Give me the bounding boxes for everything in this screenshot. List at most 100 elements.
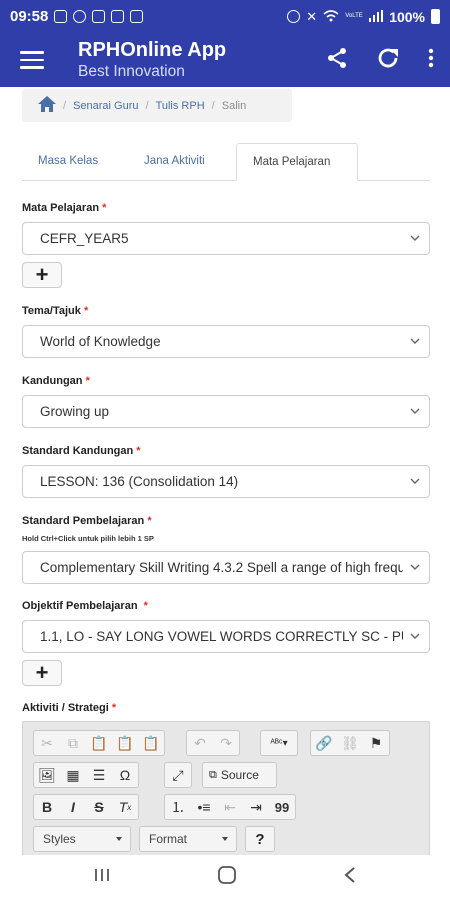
tab-masa-kelas[interactable]: Masa Kelas — [22, 143, 114, 181]
breadcrumb-separator: / — [145, 99, 149, 112]
refresh-icon[interactable] — [376, 46, 400, 75]
maximize-toolbar-group: ⤢ — [164, 762, 192, 788]
redo-icon[interactable]: ↷ — [213, 731, 239, 755]
chevron-down-icon — [410, 408, 420, 414]
chevron-down-icon — [410, 338, 420, 344]
source-icon: ⧉ — [209, 768, 217, 781]
undo-icon[interactable]: ↶ — [187, 731, 213, 755]
activity-label: Aktiviti / Strategi * — [22, 702, 117, 714]
image-icon[interactable]: 🖼 — [34, 763, 60, 787]
tab-bar: Masa Kelas Jana Aktiviti Mata Pelajaran — [22, 143, 430, 181]
theme-select[interactable]: World of Knowledge — [22, 325, 430, 358]
tab-jana-aktiviti[interactable]: Jana Aktiviti — [128, 143, 221, 181]
battery-icon — [431, 9, 440, 24]
chevron-down-icon — [410, 478, 420, 484]
copy-icon[interactable]: ⧉ — [60, 731, 86, 755]
anchor-flag-icon[interactable]: ⚑ — [363, 731, 389, 755]
rich-text-editor: ✂ ⧉ 📋 📋 📋 ↶ ↷ ᴬᴮᶜ▾ 🔗 ⛓ ⚑ 🖼 ▦ ☰ Ω ⤢ ⧉ Sou… — [22, 721, 430, 861]
app-bar: RPHOnline App Best Innovation — [0, 33, 450, 87]
indent-icon[interactable]: ⇥ — [243, 795, 269, 819]
cut-icon[interactable]: ✂ — [34, 731, 60, 755]
app-title: RPHOnline App — [78, 39, 227, 62]
breadcrumb-separator: / — [211, 99, 215, 112]
clipboard-toolbar-group: ✂ ⧉ 📋 📋 📋 — [33, 730, 165, 756]
breadcrumb-tulis-rph[interactable]: Tulis RPH — [156, 100, 205, 112]
gallery-icon — [130, 10, 144, 23]
content-standard-label: Standard Kandungan * — [22, 445, 141, 457]
styles-dropdown[interactable]: Styles — [33, 826, 131, 852]
battery-text: 100% — [389, 8, 425, 25]
source-button[interactable]: ⧉ Source — [202, 762, 277, 788]
breadcrumb-salin: Salin — [221, 99, 247, 112]
theme-label: Tema/Tajuk * — [22, 305, 89, 317]
table-icon[interactable]: ▦ — [60, 763, 86, 787]
content-label: Kandungan * — [22, 375, 90, 387]
recent-apps-icon[interactable] — [93, 867, 111, 888]
learning-standard-hint: Hold Ctrl+Click untuk pilih lebih 1 SP — [22, 534, 154, 543]
breadcrumb-senarai-guru[interactable]: Senarai Guru — [73, 100, 138, 112]
strikethrough-icon[interactable]: S — [86, 795, 112, 819]
spellcheck-icon[interactable]: ᴬᴮᶜ▾ — [261, 731, 297, 755]
paste-text-icon[interactable]: 📋 — [112, 731, 138, 755]
spellcheck-toolbar-group: ᴬᴮᶜ▾ — [260, 730, 298, 756]
e-icon — [92, 10, 106, 23]
format-dropdown[interactable]: Format — [139, 826, 237, 852]
unlink-icon[interactable]: ⛓ — [337, 731, 363, 755]
content-standard-select[interactable]: LESSON: 136 (Consolidation 14) — [22, 465, 430, 498]
format-toolbar-group: B I S Tx — [33, 794, 139, 820]
bulleted-list-icon[interactable]: •≡ — [191, 795, 217, 819]
menu-icon[interactable] — [20, 51, 44, 69]
maximize-icon[interactable]: ⤢ — [165, 763, 191, 787]
special-char-icon[interactable]: Ω — [112, 763, 138, 787]
source-label: Source — [220, 768, 259, 782]
insert-toolbar-group: 🖼 ▦ ☰ Ω — [33, 762, 139, 788]
tab-mata-pelajaran[interactable]: Mata Pelajaran — [236, 143, 358, 181]
objective-select[interactable]: 1.1, LO - SAY LONG VOWEL WORDS CORRECTLY… — [22, 620, 430, 653]
telegram-icon — [111, 10, 125, 23]
subject-select[interactable]: CEFR_YEAR5 — [22, 222, 430, 255]
plus-icon: + — [35, 262, 49, 287]
alarm-icon — [287, 10, 301, 23]
outdent-icon[interactable]: ⇤ — [217, 795, 243, 819]
signal-icon — [369, 9, 384, 25]
network-type: VoLTE — [345, 13, 363, 19]
system-nav-bar — [0, 855, 450, 900]
wifi-icon — [323, 9, 339, 25]
numbered-list-icon[interactable]: ⒈ — [165, 795, 191, 819]
link-icon[interactable]: 🔗 — [311, 731, 337, 755]
paste-word-icon[interactable]: 📋 — [138, 731, 164, 755]
remove-format-icon[interactable]: Tx — [112, 795, 138, 819]
chevron-down-icon — [410, 633, 420, 639]
breadcrumb: / Senarai Guru / Tulis RPH / Salin — [22, 89, 292, 122]
subject-label: Mata Pelajaran * — [22, 202, 107, 214]
add-subject-button[interactable]: + — [22, 262, 62, 288]
status-time: 09:58 — [10, 8, 49, 25]
app-notification-icon — [73, 10, 87, 23]
bold-icon[interactable]: B — [34, 795, 60, 819]
learning-standard-label: Standard Pembelajaran * — [22, 515, 152, 527]
objective-label: Objektif Pembelajaran * — [22, 600, 148, 612]
list-toolbar-group: ⒈ •≡ ⇤ ⇥ 99 — [164, 794, 296, 820]
notification-icon — [54, 10, 68, 23]
link-toolbar-group: 🔗 ⛓ ⚑ — [310, 730, 390, 756]
paste-icon[interactable]: 📋 — [86, 731, 112, 755]
horizontal-line-icon[interactable]: ☰ — [86, 763, 112, 787]
status-bar: 09:58 ✕ VoLTE 100% — [0, 0, 450, 33]
blockquote-icon[interactable]: 99 — [269, 795, 295, 819]
chevron-down-icon — [410, 564, 420, 570]
more-options-icon[interactable] — [428, 48, 434, 73]
share-icon[interactable] — [326, 47, 348, 74]
home-button-icon[interactable] — [217, 865, 237, 890]
content-select[interactable]: Growing up — [22, 395, 430, 428]
learning-standard-select[interactable]: Complementary Skill Writing 4.3.2 Spell … — [22, 551, 430, 584]
home-icon[interactable] — [38, 96, 56, 115]
back-icon[interactable] — [343, 866, 357, 889]
add-objective-button[interactable]: + — [22, 660, 62, 686]
plus-icon: + — [35, 660, 49, 685]
chevron-down-icon — [410, 235, 420, 241]
help-button[interactable]: ? — [245, 826, 275, 852]
history-toolbar-group: ↶ ↷ — [186, 730, 240, 756]
italic-icon[interactable]: I — [60, 795, 86, 819]
app-subtitle: Best Innovation — [78, 63, 185, 81]
help-icon: ? — [255, 830, 265, 848]
